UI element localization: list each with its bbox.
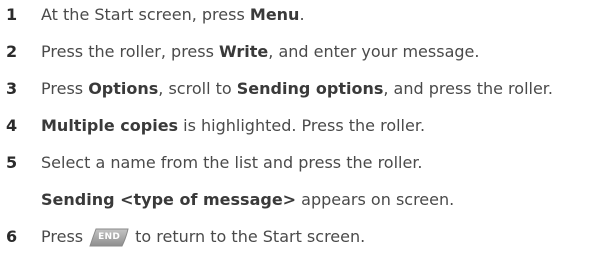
menu-keyword: Menu bbox=[249, 5, 300, 24]
step-number: 2 bbox=[6, 42, 18, 61]
multiple-copies-keyword: Multiple copies bbox=[41, 116, 179, 135]
step-text: At the Start screen, press Menu. bbox=[41, 5, 305, 24]
step-number: 6 bbox=[6, 227, 18, 246]
sending-message-keyword: Sending <type of message> bbox=[41, 190, 297, 209]
end-key-icon: END bbox=[89, 228, 129, 247]
sending-options-keyword: Sending options bbox=[236, 79, 384, 98]
step-text: Sending <type of message> appears on scr… bbox=[41, 190, 455, 209]
step-text: Multiple copies is highlighted. Press th… bbox=[41, 116, 426, 135]
step-number: 4 bbox=[6, 116, 18, 135]
step-number: 5 bbox=[6, 153, 18, 172]
step-text: Press the roller, press Write, and enter… bbox=[41, 42, 480, 61]
step-text: Select a name from the list and press th… bbox=[41, 153, 423, 172]
write-keyword: Write bbox=[219, 42, 269, 61]
step-number: 3 bbox=[6, 79, 18, 98]
step-number: 1 bbox=[6, 5, 18, 24]
step-text: Press END to return to the Start screen. bbox=[41, 227, 366, 247]
step-text: Press Options, scroll to Sending options… bbox=[41, 79, 553, 98]
options-keyword: Options bbox=[88, 79, 159, 98]
